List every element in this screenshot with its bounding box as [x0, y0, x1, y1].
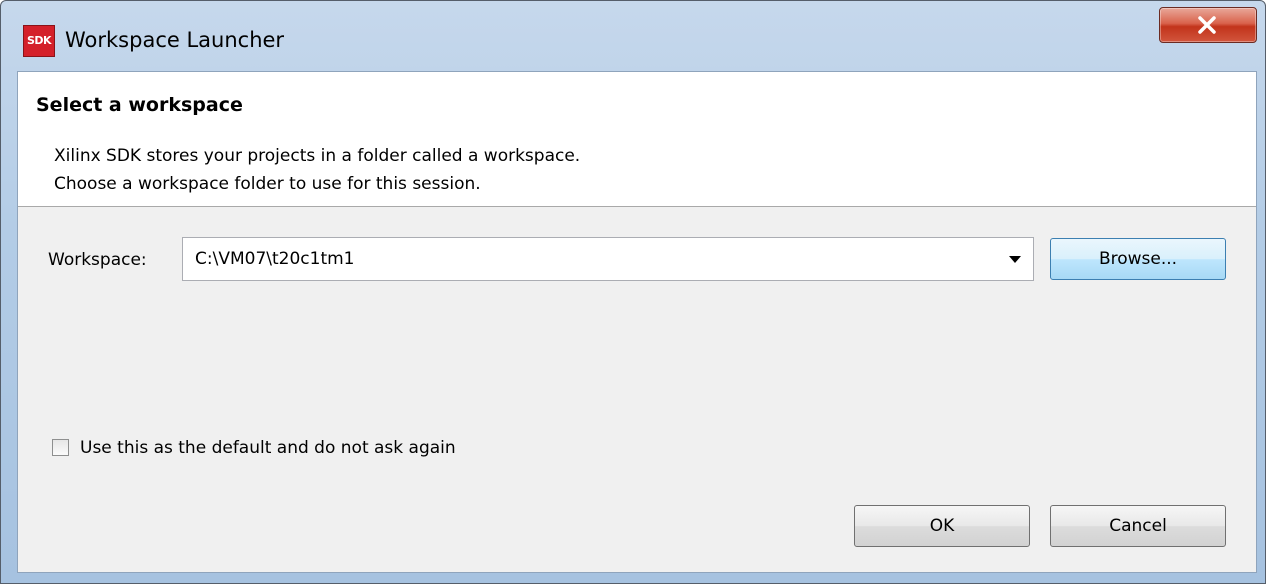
dialog-content: Select a workspace Xilinx SDK stores you…	[17, 71, 1257, 573]
description-line-2: Choose a workspace folder to use for thi…	[54, 174, 481, 194]
xilinx-sdk-icon: SDK	[23, 25, 55, 57]
default-checkbox[interactable]	[52, 439, 69, 456]
page-title: Select a workspace	[36, 94, 243, 116]
close-icon	[1198, 16, 1216, 34]
close-button[interactable]	[1159, 7, 1257, 43]
title-bar[interactable]: SDK Workspace Launcher	[1, 1, 1265, 71]
workspace-combo[interactable]: C:\VM07\t20c1tm1	[182, 237, 1034, 281]
workspace-label: Workspace:	[48, 250, 147, 270]
dialog-header: Select a workspace Xilinx SDK stores you…	[18, 72, 1256, 207]
window-title: Workspace Launcher	[65, 28, 285, 52]
default-checkbox-label[interactable]: Use this as the default and do not ask a…	[80, 438, 456, 458]
workspace-path-input[interactable]: C:\VM07\t20c1tm1	[195, 249, 354, 269]
description-line-1: Xilinx SDK stores your projects in a fol…	[54, 146, 581, 166]
browse-button[interactable]: Browse...	[1050, 238, 1226, 280]
workspace-dropdown-button[interactable]	[1003, 238, 1027, 280]
workspace-launcher-window: SDK Workspace Launcher Select a workspac…	[0, 0, 1266, 584]
cancel-button[interactable]: Cancel	[1050, 505, 1226, 547]
chevron-down-icon	[1009, 256, 1021, 263]
ok-button[interactable]: OK	[854, 505, 1030, 547]
